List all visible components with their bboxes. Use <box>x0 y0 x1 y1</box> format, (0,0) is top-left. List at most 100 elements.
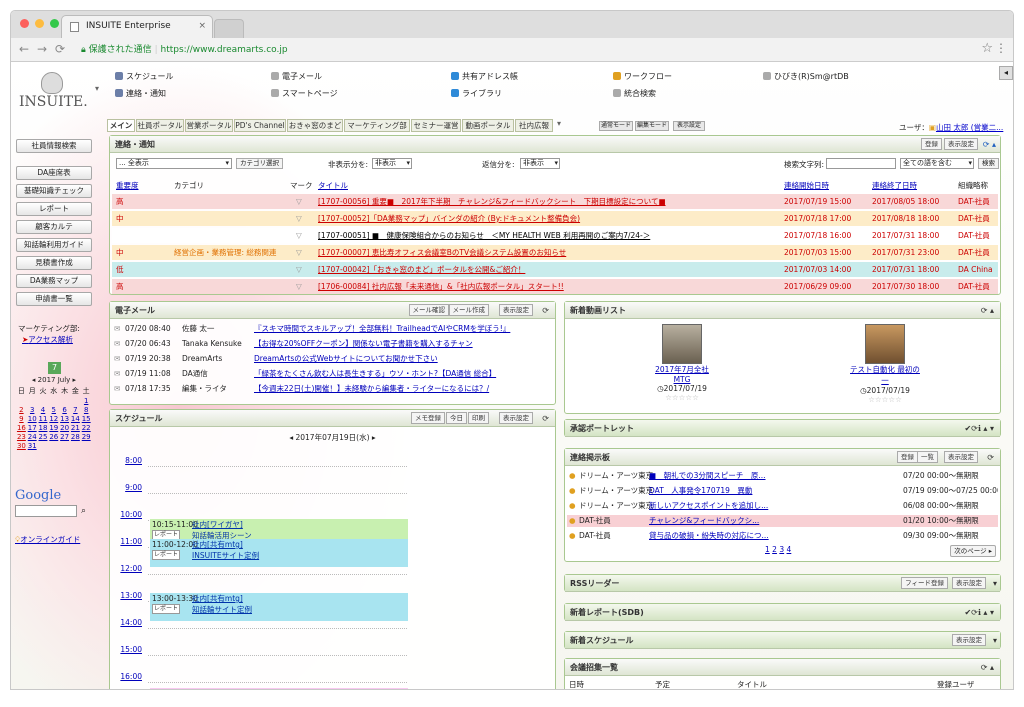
portlet-controls-icon[interactable]: ✔⟳ℹ ▴ ▾ <box>964 420 994 437</box>
calendar-day[interactable]: 31 <box>27 442 38 450</box>
notice-title-link[interactable]: [1706-00084] 社内広報「未来通信」&「社内広報ポータル」スタート!! <box>318 279 564 294</box>
header-title[interactable]: タイトル <box>318 180 348 192</box>
time-label[interactable]: 15:00 <box>118 645 142 654</box>
reload-icon[interactable]: ⟳ <box>987 449 994 466</box>
board-row[interactable]: ● ドリーム・アーツ東京 DAT 人事発令170719 異動 07/19 09:00〜… <box>567 485 998 497</box>
event-title[interactable]: 社内[共有mtg] <box>192 539 243 550</box>
calendar-day[interactable]: 29 <box>81 433 92 441</box>
tab-pds-channel[interactable]: PD's Channel <box>234 119 286 132</box>
notice-search-button[interactable]: 検索 <box>978 158 999 169</box>
next-month-icon[interactable]: ▸ <box>73 376 77 384</box>
search-scope-select[interactable]: 全ての語を含む ▾ <box>900 158 974 169</box>
print-button[interactable]: 印刷 <box>468 412 489 424</box>
board-title-link[interactable]: ■ 朝礼での3分間スピーチ 原... <box>649 470 766 482</box>
panel-controls-icon[interactable]: ⟳ ▴ <box>983 136 996 153</box>
page-4-link[interactable]: 4 <box>787 545 792 554</box>
browser-tab[interactable]: INSUITE Enterprise × <box>61 15 213 38</box>
mail-row[interactable]: ✉ 07/19 11:08 DA通信 「緑茶をたくさん飲む人は長生きする」ウソ・ホント… <box>112 368 553 380</box>
tab-seminar[interactable]: セミナー運営 <box>411 119 461 132</box>
mail-compose-button[interactable]: メール作成 <box>448 304 489 316</box>
maximize-window-icon[interactable] <box>50 19 59 28</box>
notice-title-link[interactable]: [1707-00007] 恵比寿オフィス会議室BのTV会議システム設置のお知らせ <box>318 245 566 260</box>
event-subtitle[interactable]: INSUITEサイト定例 <box>192 550 259 561</box>
tab-menu-icon[interactable]: ▾ <box>557 119 561 128</box>
rating-stars[interactable]: ☆☆☆☆☆ <box>647 393 717 402</box>
menu-address-book[interactable]: 共有アドレス帳 <box>451 71 518 82</box>
calendar-day[interactable]: 27 <box>59 433 70 441</box>
calendar-day[interactable]: 14 <box>70 415 81 423</box>
report-tag[interactable]: レポート <box>152 550 181 560</box>
customer-chart-button[interactable]: 顧客カルテ <box>16 220 92 234</box>
hide-select[interactable]: 非表示 ▾ <box>372 158 412 169</box>
close-window-icon[interactable] <box>20 19 29 28</box>
video-item-title[interactable]: 2017年7月全社MTG <box>647 364 717 384</box>
url-field[interactable]: 🔒︎ 保護された通信 | https://www.dreamarts.co.jp <box>81 41 288 59</box>
access-analysis-link[interactable]: ➤アクセス解析 <box>22 334 73 345</box>
calendar-day[interactable]: 26 <box>48 433 59 441</box>
notice-row[interactable]: 低 ▽ [1707-00042]「おきゃ窓のまど」ポータルを公開&ご紹介！ 2017/… <box>112 262 998 277</box>
mark-icon[interactable]: ▽ <box>296 211 302 226</box>
mail-row[interactable]: ✉ 07/20 08:40 佐藤 太一 『スキマ時間でスキルアップ！全部無料！Trai… <box>112 323 553 335</box>
board-list-button[interactable]: 一覧 <box>917 451 938 463</box>
schedule-event[interactable]: 13:00-13:30 レポート 社内[共有mtg] 知話輪サイト定例 <box>150 593 408 621</box>
calendar-day[interactable]: 22 <box>81 424 92 432</box>
guide-button[interactable]: 知話輪利用ガイド <box>16 238 92 252</box>
bookmark-star-icon[interactable]: ☆ <box>981 41 993 56</box>
calendar-day[interactable]: 6 <box>59 406 70 414</box>
menu-notice[interactable]: 連絡・通知 <box>115 88 166 99</box>
mail-subject[interactable]: 【今週末22日(土)開催！】未経験から編集者・ライターになるには？/ <box>254 383 489 395</box>
notice-row[interactable]: 中 経営企画・業務管理: 総務関連 ▽ [1707-00007] 恵比寿オフィス会議室… <box>112 245 998 260</box>
time-label[interactable]: 9:00 <box>118 483 142 492</box>
mail-settings-button[interactable]: 表示設定 <box>499 304 533 316</box>
seat-map-button[interactable]: DA座席表 <box>16 166 92 180</box>
memo-button[interactable]: メモ登録 <box>411 412 445 424</box>
calendar-day[interactable]: 13 <box>59 415 70 423</box>
calendar-day[interactable]: 8 <box>81 406 92 414</box>
tab-employee-portal[interactable]: 社員ポータル <box>136 119 184 132</box>
feed-register-button[interactable]: フィード登録 <box>901 577 948 589</box>
forward-icon[interactable]: → <box>37 42 47 56</box>
video-thumbnail[interactable] <box>662 324 702 364</box>
mail-check-button[interactable]: メール確認 <box>408 304 449 316</box>
approval-header[interactable]: 承認ポートレット ✔⟳ℹ ▴ ▾ <box>565 420 1000 437</box>
reply-select[interactable]: 非表示 ▾ <box>520 158 560 169</box>
board-row[interactable]: ● ドリーム・アーツ東京 新しいアクセスポイントを追加し... 06/08 00:00… <box>567 500 998 512</box>
calendar-day[interactable]: 5 <box>48 406 59 414</box>
notice-row[interactable]: 高 ▽ [1706-00084] 社内広報「未来通信」&「社内広報ポータル」スタート… <box>112 279 998 294</box>
mail-row[interactable]: ✉ 07/18 17:35 編集・ライタ 【今週末22日(土)開催！】未経験から編集者… <box>112 383 553 395</box>
normal-mode-button[interactable]: 通常モード <box>599 121 633 131</box>
calendar-day[interactable]: 9 <box>16 415 27 423</box>
calendar-day[interactable]: 23 <box>16 433 27 441</box>
event-subtitle[interactable]: 知話輪サイト定例 <box>192 604 252 615</box>
video-item[interactable]: テスト自動化 最初の一 ◷2017/07/19 ☆☆☆☆☆ <box>847 324 923 404</box>
mail-row[interactable]: ✉ 07/20 06:43 Tanaka Kensuke 【お得な20%OFFクーポン… <box>112 338 553 350</box>
tab-pr[interactable]: 社内広報 <box>515 119 553 132</box>
menu-search[interactable]: 統合検索 <box>613 88 656 99</box>
board-settings-button[interactable]: 表示設定 <box>944 451 978 463</box>
menu-workflow[interactable]: ワークフロー <box>613 71 672 82</box>
calendar-day[interactable]: 24 <box>27 433 38 441</box>
user-name[interactable]: 山田 太郎 (営業二... <box>936 123 1003 132</box>
page-3-link[interactable]: 3 <box>779 545 784 554</box>
google-search-input[interactable] <box>15 505 77 517</box>
back-icon[interactable]: ← <box>19 42 29 56</box>
time-label[interactable]: 14:00 <box>118 618 142 627</box>
event-title[interactable]: 社内[共有mtg] <box>192 593 243 604</box>
notice-row[interactable]: ▽ [1707-00051] ■ 健康保険組合からのお知らせ ＜MY HEALTH… <box>112 228 998 243</box>
header-start[interactable]: 連絡開始日時 <box>784 180 829 192</box>
display-settings-button[interactable]: 表示設定 <box>673 121 705 131</box>
notice-row[interactable]: 高 ▽ [1707-00056] 重要■ 2017年下半期 チャレンジ&フィードバッ… <box>112 194 998 209</box>
calendar-day[interactable]: 11 <box>38 415 49 423</box>
time-label[interactable]: 13:00 <box>118 591 142 600</box>
tab-main[interactable]: メイン <box>107 119 135 132</box>
calendar-day[interactable]: 15 <box>81 415 92 423</box>
menu-toggle-icon[interactable]: ▾ <box>95 84 99 93</box>
notice-row[interactable]: 中 ▽ [1707-00052]「DA業務マップ」バインダの紹介 (By:ドキュメン… <box>112 211 998 226</box>
report-tag[interactable]: レポート <box>152 604 181 614</box>
next-page-button[interactable]: 次のページ ▸ <box>950 545 996 557</box>
calendar-day[interactable]: 17 <box>27 424 38 432</box>
new-schedule-settings-button[interactable]: 表示設定 <box>952 634 986 646</box>
board-row[interactable]: ● DAT-社員 チャレンジ&フィードバックシ... 01/20 10:00〜無期限 <box>567 515 998 527</box>
mark-icon[interactable]: ▽ <box>296 245 302 260</box>
calendar-day[interactable]: 7 <box>70 406 81 414</box>
